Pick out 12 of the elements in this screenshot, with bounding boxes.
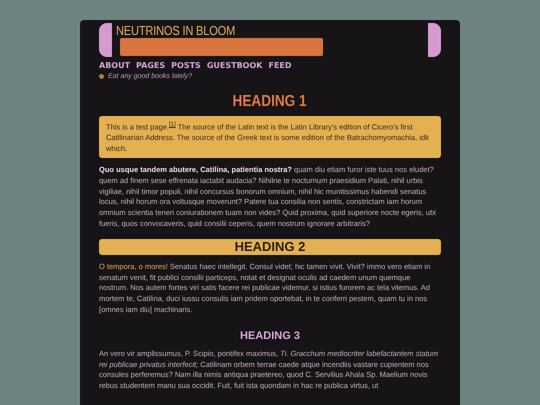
nav-link[interactable]: PAGES — [136, 61, 166, 70]
nav-link[interactable]: ABOUT — [99, 61, 130, 70]
heading: HEADING 2 — [99, 238, 441, 255]
nav-link[interactable]: GUESTBOOK — [206, 61, 262, 70]
site-title[interactable]: NEUTRINOS IN BLOOM — [116, 23, 303, 38]
heading: HEADING 3 — [240, 330, 300, 342]
header-cap — [99, 23, 112, 57]
heading: HEADING 1 — [232, 93, 308, 111]
bullet-icon — [99, 74, 104, 79]
nav-link[interactable]: POSTS — [171, 61, 201, 70]
nav-link[interactable]: FEED — [268, 61, 292, 70]
header-cap — [428, 23, 441, 57]
